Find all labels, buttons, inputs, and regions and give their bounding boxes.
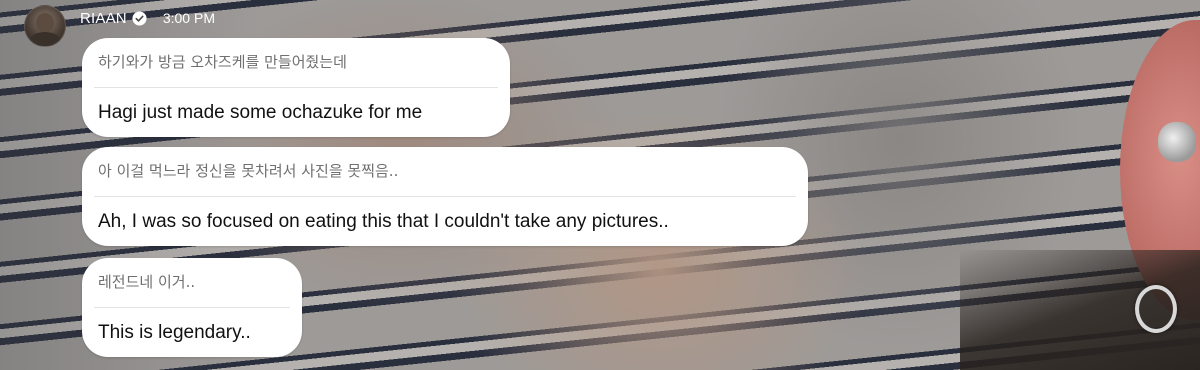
message-bubble[interactable]: 아 이걸 먹느라 정신을 못차려서 사진을 못찍음.. Ah, I was so… bbox=[82, 147, 808, 246]
avatar[interactable] bbox=[24, 5, 66, 47]
verified-badge-icon bbox=[132, 10, 147, 26]
message-bubble[interactable]: 레전드네 이거.. This is legendary.. bbox=[82, 258, 302, 357]
original-text: 레전드네 이거.. bbox=[98, 273, 196, 291]
message-timestamp: 3:00 PM bbox=[162, 10, 215, 26]
message-bubble[interactable]: 하기와가 방금 오차즈케를 만들어줬는데 Hagi just made some… bbox=[82, 38, 510, 137]
username[interactable]: RIAAN bbox=[80, 10, 127, 27]
message-header: RIAAN 3:00 PM bbox=[80, 6, 215, 30]
background-earring-hoop bbox=[1135, 285, 1177, 333]
background-earring-stud bbox=[1158, 122, 1196, 162]
translated-text: This is legendary.. bbox=[98, 322, 251, 343]
original-text: 아 이걸 먹느라 정신을 못차려서 사진을 못찍음.. bbox=[98, 162, 399, 180]
avatar-body-shape bbox=[29, 32, 61, 46]
translated-text: Hagi just made some ochazuke for me bbox=[98, 102, 423, 123]
avatar-head-shape bbox=[36, 13, 54, 33]
original-text: 하기와가 방금 오차즈케를 만들어줬는데 bbox=[98, 53, 347, 71]
translated-text: Ah, I was so focused on eating this that… bbox=[98, 211, 669, 232]
